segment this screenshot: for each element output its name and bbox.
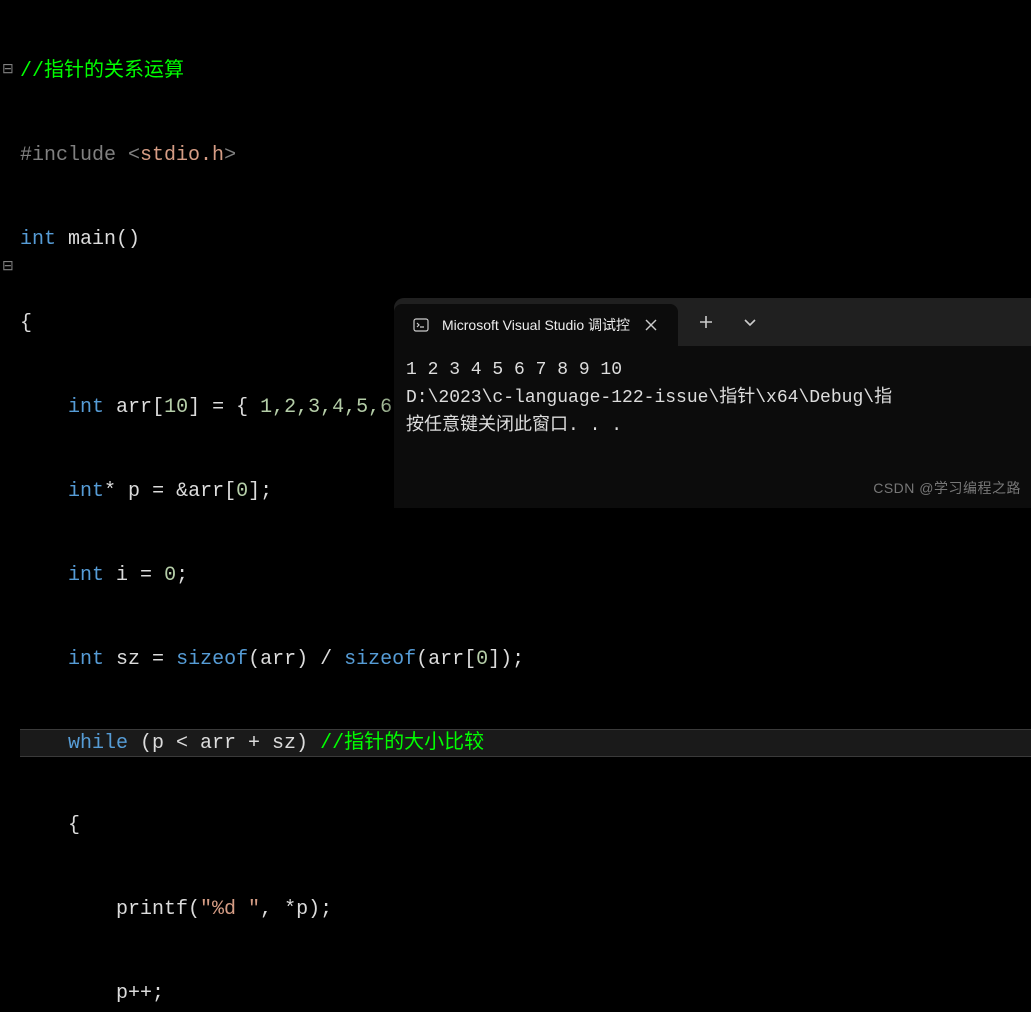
code-line[interactable]: printf("%d ", *p); xyxy=(20,896,1031,924)
close-icon[interactable] xyxy=(642,316,660,334)
tab-dropdown-button[interactable] xyxy=(730,304,770,340)
fold-toggle-icon[interactable]: ⊟ xyxy=(2,56,14,84)
watermark-text: CSDN @学习编程之路 xyxy=(873,478,1021,498)
output-line: 按任意键关闭此窗口. . . xyxy=(406,412,1022,440)
output-line: 1 2 3 4 5 6 7 8 9 10 xyxy=(406,356,1022,384)
new-tab-button[interactable] xyxy=(686,304,726,340)
code-line[interactable]: int i = 0; xyxy=(20,562,1031,590)
code-line-current[interactable]: while (p < arr + sz) //指针的大小比较 xyxy=(20,729,1031,757)
pp-directive: #include xyxy=(20,144,128,167)
terminal-tab-title: Microsoft Visual Studio 调试控 xyxy=(442,315,630,335)
debug-console-window[interactable]: Microsoft Visual Studio 调试控 1 2 3 4 5 6 … xyxy=(394,298,1031,508)
comment-text: //指针的关系运算 xyxy=(20,60,184,83)
header-name: stdio.h xyxy=(140,144,224,167)
terminal-output[interactable]: 1 2 3 4 5 6 7 8 9 10D:\2023\c-language-1… xyxy=(394,346,1031,450)
terminal-icon xyxy=(412,316,430,334)
code-line[interactable]: //指针的关系运算 xyxy=(20,58,1031,86)
output-line: D:\2023\c-language-122-issue\指针\x64\Debu… xyxy=(406,384,1022,412)
code-line[interactable]: #include <stdio.h> xyxy=(20,142,1031,170)
code-line[interactable]: p++; xyxy=(20,980,1031,1008)
comment-text: //指针的大小比较 xyxy=(320,732,484,755)
code-line[interactable]: { xyxy=(20,812,1031,840)
tab-actions xyxy=(678,298,778,346)
fold-toggle-icon[interactable]: ⊟ xyxy=(2,253,14,281)
code-line[interactable]: int main() xyxy=(20,226,1031,254)
code-line[interactable]: int sz = sizeof(arr) / sizeof(arr[0]); xyxy=(20,646,1031,674)
terminal-tab[interactable]: Microsoft Visual Studio 调试控 xyxy=(394,304,678,346)
terminal-title-bar[interactable]: Microsoft Visual Studio 调试控 xyxy=(394,298,1031,346)
